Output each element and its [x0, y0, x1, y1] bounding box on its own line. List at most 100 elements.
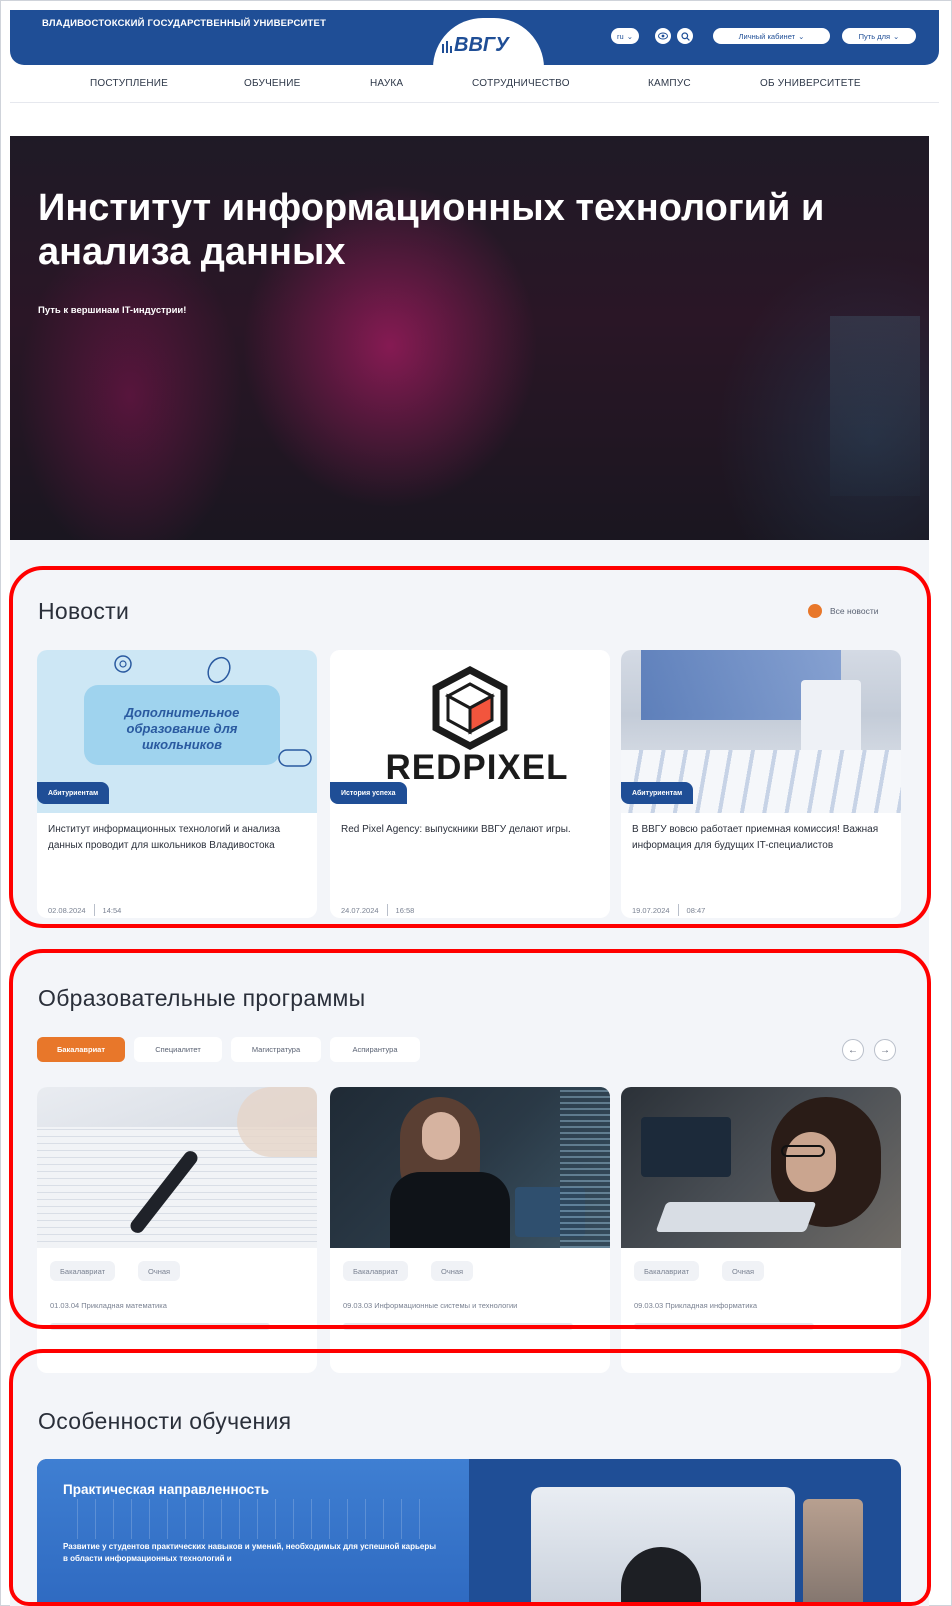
program-code: 09.03.03 Информационные системы и технол… [343, 1301, 518, 1310]
tab-bachelor[interactable]: Бакалавриат [37, 1037, 125, 1062]
category-badge: Абитуриентам [37, 782, 110, 804]
laptop [655, 1202, 817, 1232]
program-code: 01.03.04 Прикладная математика [50, 1301, 167, 1310]
search-button[interactable] [677, 28, 693, 44]
monitor-lines [560, 1087, 610, 1248]
category-badge: История успеха [330, 782, 407, 804]
nav-item-science[interactable]: НАУКА [370, 78, 403, 89]
news-title: В ВВГУ вовсю работает приемная комиссия!… [632, 824, 879, 851]
image-caption: REDPIXEL [385, 748, 569, 780]
logo-mark-icon [442, 41, 452, 53]
level-chip: Бакалавриат [50, 1261, 116, 1281]
eye-icon [658, 32, 668, 40]
program-title-placeholder [50, 1323, 270, 1330]
hand [237, 1087, 317, 1157]
news-date: 02.08.2024 [48, 905, 86, 915]
news-date: 24.07.2024 [341, 905, 379, 915]
tab-postgraduate[interactable]: Аспирантура [330, 1037, 420, 1062]
screen [641, 1117, 731, 1177]
news-title: Институт информационных технологий и ана… [48, 824, 281, 851]
program-code: 09.03.03 Прикладная информатика [634, 1301, 758, 1310]
language-label: ru [617, 31, 624, 41]
university-name[interactable]: ВЛАДИВОСТОКСКИЙ ГОСУДАРСТВЕННЫЙ УНИВЕРСИ… [42, 18, 326, 29]
news-heading: Новости [38, 598, 130, 624]
programs-heading: Образовательные программы [38, 985, 366, 1011]
tab-specialist[interactable]: Специалитет [134, 1037, 222, 1062]
form-chip: Очная [722, 1261, 765, 1281]
person-headset [621, 1547, 701, 1606]
news-datetime: 24.07.2024 16:58 [341, 904, 414, 916]
level-chip: Бакалавриат [343, 1261, 409, 1281]
logo[interactable]: ВВГУ [454, 34, 509, 57]
person-body [390, 1172, 510, 1248]
divider [677, 904, 679, 916]
features-heading: Особенности обучения [38, 1408, 292, 1434]
chevron-down-icon: ⌄ [893, 31, 900, 41]
nav-item-campus[interactable]: КАМПУС [648, 78, 691, 89]
form-chip: Очная [431, 1261, 474, 1281]
form-chip: Очная [138, 1261, 181, 1281]
mouse-icon [207, 656, 231, 684]
all-news-label: Все новости [830, 606, 879, 616]
program-image [37, 1087, 317, 1248]
nav-item-about[interactable]: ОБ УНИВЕРСИТЕТЕ [760, 78, 861, 89]
arrow-left-icon: ← [848, 1044, 858, 1056]
language-select[interactable]: ru ⌄ [611, 28, 639, 44]
category-badge: Абитуриентам [621, 782, 694, 804]
hero-subtitle: Путь к вершинам IT-индустрии! [38, 305, 187, 316]
news-time: 08:47 [686, 905, 706, 915]
level-chip: Бакалавриат [634, 1261, 700, 1281]
next-arrow-button[interactable]: → [874, 1039, 896, 1061]
hero-title: Институт информационных технологий и ана… [38, 187, 825, 273]
nav-item-admission[interactable]: ПОСТУПЛЕНИЕ [90, 78, 168, 89]
accessibility-button[interactable] [655, 28, 671, 44]
feature-text: Развитие у студентов практических навыко… [63, 1542, 437, 1563]
gamepad-icon [278, 749, 312, 767]
chevron-down-icon: ⌄ [798, 31, 805, 41]
news-datetime: 19.07.2024 08:47 [632, 904, 705, 916]
divider [93, 904, 95, 916]
hero-screen-glow [830, 316, 920, 496]
gear-icon [114, 655, 132, 673]
personal-cabinet-button[interactable]: Личный кабинет ⌄ [713, 28, 830, 44]
redpixel-logo-icon [432, 666, 508, 750]
news-card[interactable]: REDPIXEL История успеха Red Pixel Agency… [330, 650, 610, 918]
decor-bars [77, 1499, 427, 1539]
news-time: 16:58 [395, 905, 415, 915]
program-card[interactable]: Бакалавриат Очная 09.03.03 Прикладная ин… [621, 1087, 901, 1373]
program-card[interactable]: Бакалавриат Очная 09.03.03 Информационны… [330, 1087, 610, 1373]
program-title-placeholder [343, 1323, 573, 1330]
personal-cabinet-label: Личный кабинет [738, 31, 796, 41]
glasses [781, 1145, 825, 1157]
prev-arrow-button[interactable]: ← [842, 1039, 864, 1061]
person-face [422, 1112, 460, 1160]
side-photo [803, 1499, 863, 1606]
program-title-placeholder [634, 1323, 814, 1330]
person-face [786, 1132, 836, 1192]
news-time: 14:54 [102, 905, 122, 915]
nav-item-cooperation[interactable]: СОТРУДНИЧЕСТВО [472, 78, 570, 89]
news-title: Red Pixel Agency: выпускники ВВГУ делают… [341, 824, 571, 835]
arrow-right-icon: → [880, 1044, 890, 1056]
image-caption: Дополнительное образование для школьнико… [124, 705, 240, 752]
path-for-label: Путь для [858, 31, 891, 41]
feature-card: Практическая направленность Развитие у с… [37, 1459, 901, 1606]
feature-title: Практическая направленность [63, 1482, 270, 1497]
program-image [621, 1087, 901, 1248]
main-nav: ПОСТУПЛЕНИЕ ОБУЧЕНИЕ НАУКА СОТРУДНИЧЕСТВ… [10, 65, 939, 103]
program-image [330, 1087, 610, 1248]
search-icon [680, 31, 690, 41]
path-for-button[interactable]: Путь для ⌄ [842, 28, 916, 44]
tab-master[interactable]: Магистратура [231, 1037, 321, 1062]
all-news-link[interactable]: Все новости [808, 604, 878, 618]
news-datetime: 02.08.2024 14:54 [48, 904, 121, 916]
feature-photo [531, 1487, 795, 1606]
chevron-down-icon: ⌄ [626, 31, 633, 41]
divider [386, 904, 388, 916]
news-card[interactable]: Дополнительное образование для школьнико… [37, 650, 317, 918]
program-card[interactable]: Бакалавриат Очная 01.03.04 Прикладная ма… [37, 1087, 317, 1373]
news-date: 19.07.2024 [632, 905, 670, 915]
news-card[interactable]: Абитуриентам В ВВГУ вовсю работает прием… [621, 650, 901, 918]
arrow-dot-icon [808, 604, 822, 618]
nav-item-education[interactable]: ОБУЧЕНИЕ [244, 78, 300, 89]
